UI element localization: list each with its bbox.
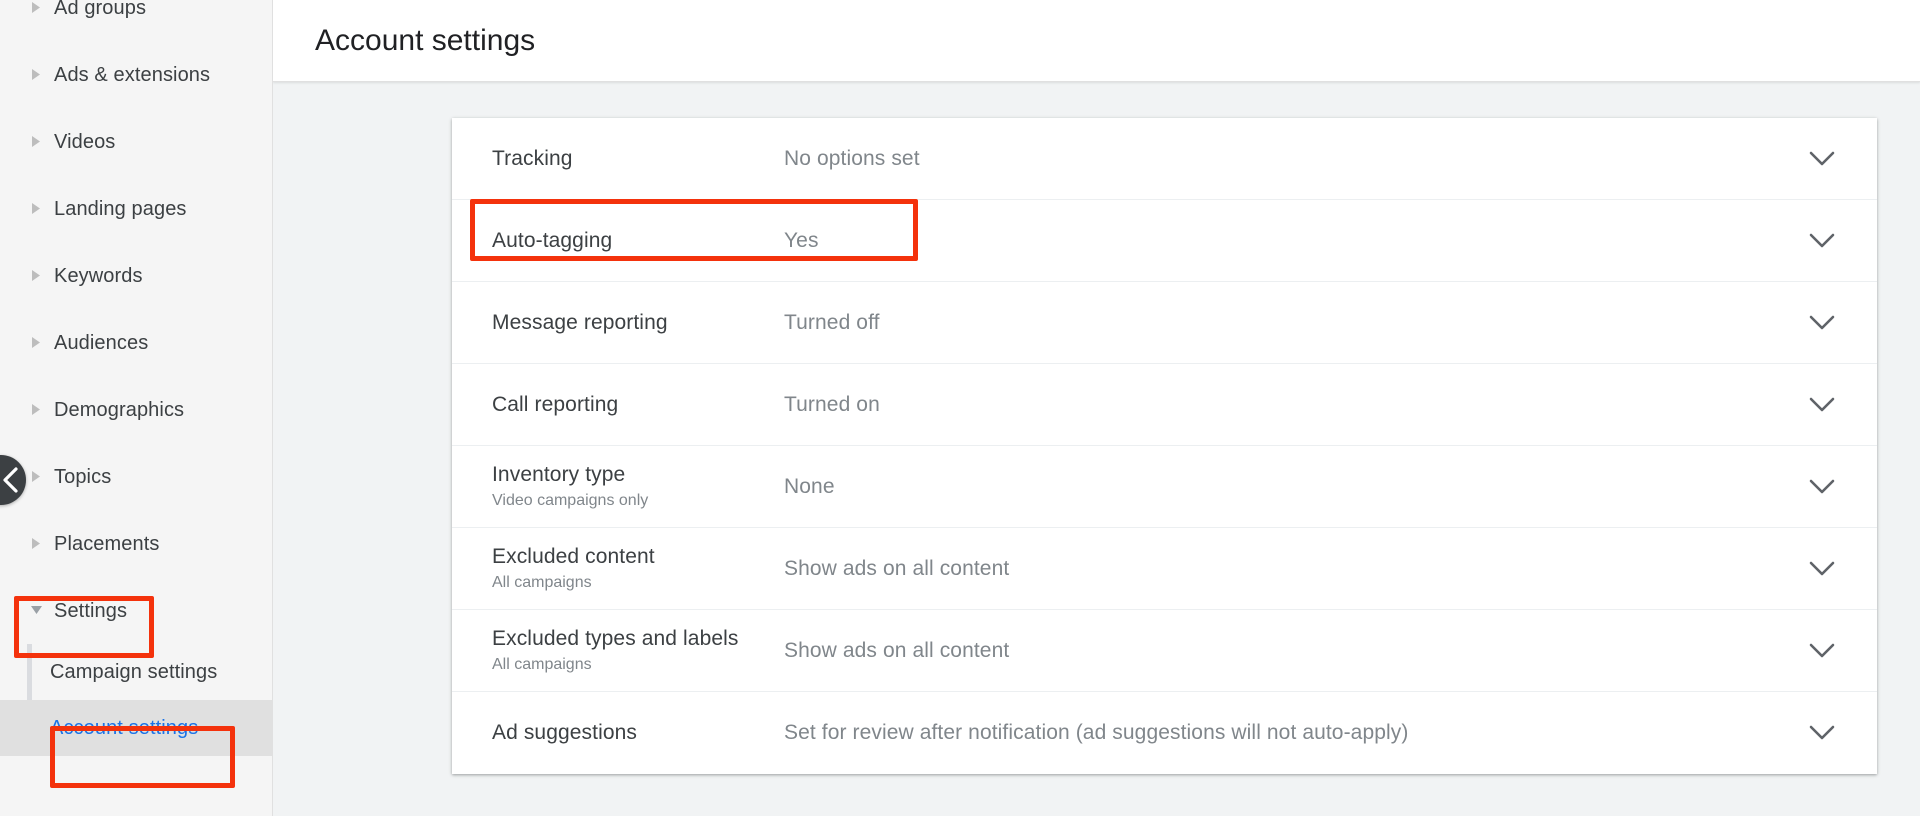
row-value: None xyxy=(784,473,1767,501)
row-label-column: Excluded content All campaigns xyxy=(492,543,784,594)
row-title: Call reporting xyxy=(492,391,772,419)
content-area: Tracking No options set Auto-tagging Yes xyxy=(273,82,1920,816)
sidebar-item-placements[interactable]: Placements xyxy=(0,510,273,577)
sidebar-item-label: Keywords xyxy=(54,266,143,286)
sidebar-item-videos[interactable]: Videos xyxy=(0,108,273,175)
sidebar-item-account-settings[interactable]: Account settings xyxy=(0,700,273,756)
sidebar-item-label: Topics xyxy=(54,467,111,487)
row-label-column: Call reporting xyxy=(492,391,784,419)
row-label-column: Excluded types and labels All campaigns xyxy=(492,625,784,676)
sidebar-item-label: Demographics xyxy=(54,400,184,420)
row-value: Yes xyxy=(784,227,1767,255)
row-value: Show ads on all content xyxy=(784,555,1767,583)
row-title: Inventory type xyxy=(492,461,772,489)
chevron-down-icon[interactable] xyxy=(1767,151,1877,167)
row-label-column: Ad suggestions xyxy=(492,719,784,747)
row-label-column: Inventory type Video campaigns only xyxy=(492,461,784,512)
row-value: Show ads on all content xyxy=(784,637,1767,665)
row-title: Ad suggestions xyxy=(492,719,772,747)
row-subtitle: All campaigns xyxy=(492,654,772,676)
sidebar-scroll-container: Ad groups Ads & extensions Videos Landin… xyxy=(0,0,273,756)
sidebar-item-campaign-settings[interactable]: Campaign settings xyxy=(0,644,273,700)
row-value: Turned off xyxy=(784,309,1767,337)
triangle-right-icon xyxy=(28,538,44,549)
row-title: Tracking xyxy=(492,145,772,173)
sidebar-item-demographics[interactable]: Demographics xyxy=(0,376,273,443)
sidebar-subnav-settings: Campaign settings Account settings xyxy=(0,644,273,756)
chevron-down-icon[interactable] xyxy=(1767,315,1877,331)
sidebar-item-label: Placements xyxy=(54,534,160,554)
account-settings-card: Tracking No options set Auto-tagging Yes xyxy=(452,118,1877,774)
settings-row-message-reporting[interactable]: Message reporting Turned off xyxy=(452,282,1877,364)
settings-row-excluded-types-and-labels[interactable]: Excluded types and labels All campaigns … xyxy=(452,610,1877,692)
account-settings-page: Ad groups Ads & extensions Videos Landin… xyxy=(0,0,1920,816)
chevron-down-icon[interactable] xyxy=(1767,233,1877,249)
chevron-left-icon xyxy=(1,467,19,493)
row-value: Turned on xyxy=(784,391,1767,419)
sidebar-item-settings[interactable]: Settings xyxy=(0,577,273,644)
sidebar-item-ad-groups[interactable]: Ad groups xyxy=(0,0,273,41)
row-value: Set for review after notification (ad su… xyxy=(784,719,1767,747)
sidebar-item-label: Audiences xyxy=(54,333,148,353)
row-subtitle: Video campaigns only xyxy=(492,490,772,512)
sidebar-divider xyxy=(272,0,273,816)
triangle-right-icon xyxy=(28,203,44,214)
row-label-column: Auto-tagging xyxy=(492,227,784,255)
triangle-right-icon xyxy=(28,136,44,147)
page-header: Account settings xyxy=(273,0,1920,82)
chevron-down-icon[interactable] xyxy=(1767,479,1877,495)
chevron-down-icon[interactable] xyxy=(1767,561,1877,577)
settings-row-excluded-content[interactable]: Excluded content All campaigns Show ads … xyxy=(452,528,1877,610)
sidebar-subitem-label: Account settings xyxy=(50,717,198,740)
row-label-column: Tracking xyxy=(492,145,784,173)
settings-row-call-reporting[interactable]: Call reporting Turned on xyxy=(452,364,1877,446)
sidebar-item-label: Videos xyxy=(54,132,115,152)
sidebar-subitem-label: Campaign settings xyxy=(50,661,217,684)
triangle-right-icon xyxy=(28,404,44,415)
sidebar-item-ads-extensions[interactable]: Ads & extensions xyxy=(0,41,273,108)
triangle-right-icon xyxy=(28,69,44,80)
chevron-down-icon[interactable] xyxy=(1767,397,1877,413)
triangle-right-icon xyxy=(28,270,44,281)
row-title: Auto-tagging xyxy=(492,227,772,255)
sidebar-item-keywords[interactable]: Keywords xyxy=(0,242,273,309)
settings-row-tracking[interactable]: Tracking No options set xyxy=(452,118,1877,200)
row-title: Message reporting xyxy=(492,309,772,337)
row-title: Excluded content xyxy=(492,543,772,571)
settings-row-inventory-type[interactable]: Inventory type Video campaigns only None xyxy=(452,446,1877,528)
row-title: Excluded types and labels xyxy=(492,625,772,653)
sidebar-item-topics[interactable]: Topics xyxy=(0,443,273,510)
sidebar-item-landing-pages[interactable]: Landing pages xyxy=(0,175,273,242)
triangle-right-icon xyxy=(28,2,44,13)
triangle-right-icon xyxy=(28,337,44,348)
settings-row-ad-suggestions[interactable]: Ad suggestions Set for review after noti… xyxy=(452,692,1877,774)
sidebar-item-label: Ad groups xyxy=(54,0,146,18)
sidebar-item-label: Ads & extensions xyxy=(54,65,210,85)
sidebar-item-label: Landing pages xyxy=(54,199,187,219)
triangle-right-icon xyxy=(28,471,44,482)
settings-row-auto-tagging[interactable]: Auto-tagging Yes xyxy=(452,200,1877,282)
left-navigation-sidebar: Ad groups Ads & extensions Videos Landin… xyxy=(0,0,273,816)
sidebar-item-audiences[interactable]: Audiences xyxy=(0,309,273,376)
triangle-down-icon xyxy=(28,606,44,615)
main-content: Account settings Tracking No options set… xyxy=(273,0,1920,816)
row-subtitle: All campaigns xyxy=(492,572,772,594)
row-value: No options set xyxy=(784,145,1767,173)
page-title: Account settings xyxy=(315,24,535,58)
chevron-down-icon[interactable] xyxy=(1767,725,1877,741)
sidebar-item-label: Settings xyxy=(54,601,127,621)
row-label-column: Message reporting xyxy=(492,309,784,337)
chevron-down-icon[interactable] xyxy=(1767,643,1877,659)
